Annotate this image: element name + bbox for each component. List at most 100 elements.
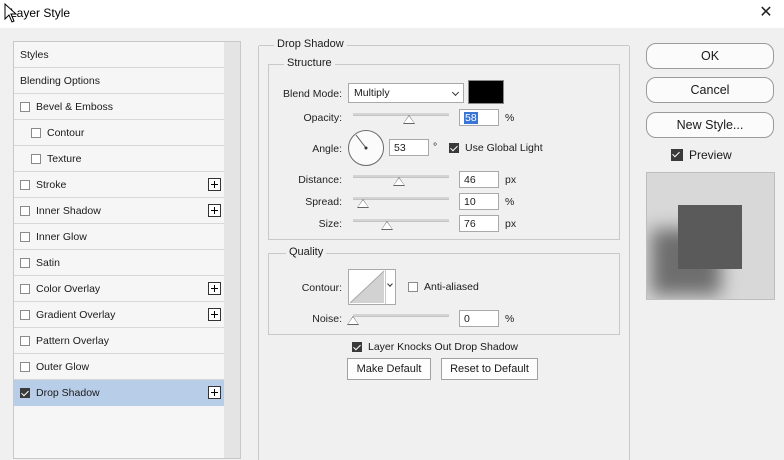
- style-item-outer-glow[interactable]: Outer Glow: [14, 354, 224, 380]
- noise-slider-track[interactable]: [353, 314, 449, 317]
- style-item-label: Styles: [20, 48, 49, 61]
- blend-mode-select[interactable]: Multiply: [348, 83, 464, 103]
- add-effect-plus-icon[interactable]: [208, 204, 221, 217]
- style-item-color-overlay[interactable]: Color Overlay: [14, 276, 224, 302]
- shadow-color-swatch[interactable]: [468, 80, 504, 104]
- style-item-checkbox[interactable]: [20, 335, 30, 346]
- panel-divider-left: [258, 46, 259, 460]
- contour-curve-icon: [349, 270, 385, 304]
- opacity-label: Opacity:: [303, 112, 342, 124]
- style-item-checkbox[interactable]: [31, 153, 41, 164]
- style-item-bevel-emboss[interactable]: Bevel & Emboss: [14, 94, 224, 120]
- style-item-satin[interactable]: Satin: [14, 250, 224, 276]
- style-item-label: Stroke: [36, 178, 67, 191]
- preview-checkbox[interactable]: Preview: [671, 148, 732, 162]
- style-item-inner-shadow[interactable]: Inner Shadow: [14, 198, 224, 224]
- distance-input[interactable]: 46: [459, 171, 499, 188]
- size-unit: px: [505, 218, 517, 230]
- layer-knocks-out-check-icon: [352, 342, 362, 352]
- layer-knocks-out-checkbox[interactable]: Layer Knocks Out Drop Shadow: [352, 341, 518, 353]
- opacity-unit: %: [505, 112, 515, 124]
- angle-input[interactable]: 53: [389, 139, 429, 156]
- style-item-label: Bevel & Emboss: [36, 100, 114, 113]
- use-global-light-label: Use Global Light: [465, 142, 543, 154]
- opacity-slider-thumb[interactable]: [403, 115, 415, 124]
- style-item-checkbox[interactable]: [20, 231, 30, 242]
- mouse-cursor-icon: [4, 3, 18, 23]
- make-default-button[interactable]: Make Default: [347, 358, 431, 380]
- preview-check-icon: [671, 149, 683, 161]
- use-global-light-check-icon: [449, 143, 459, 153]
- style-item-texture[interactable]: Texture: [14, 146, 224, 172]
- style-item-stroke[interactable]: Stroke: [14, 172, 224, 198]
- window-title: Layer Style: [10, 6, 71, 20]
- angle-dial-needle-icon: [355, 134, 368, 150]
- size-slider-thumb[interactable]: [381, 221, 393, 230]
- style-item-label: Contour: [47, 126, 85, 139]
- style-item-blending-options[interactable]: Blending Options: [14, 68, 224, 94]
- title-bar: [0, 0, 784, 28]
- opacity-slider-track[interactable]: [353, 113, 449, 116]
- style-item-checkbox[interactable]: [31, 127, 41, 138]
- style-item-checkbox[interactable]: [20, 387, 30, 398]
- section-title: Drop Shadow: [274, 38, 347, 50]
- close-button[interactable]: ✕: [754, 2, 778, 24]
- style-item-gradient-overlay[interactable]: Gradient Overlay: [14, 302, 224, 328]
- contour-divider: [385, 270, 386, 304]
- use-global-light-checkbox[interactable]: Use Global Light: [449, 142, 543, 154]
- distance-slider-thumb[interactable]: [393, 177, 405, 186]
- style-item-label: Gradient Overlay: [36, 308, 116, 321]
- ok-button[interactable]: OK: [646, 43, 774, 69]
- noise-label: Noise:: [312, 313, 342, 325]
- spread-slider-thumb[interactable]: [357, 199, 369, 208]
- add-effect-plus-icon[interactable]: [208, 282, 221, 295]
- reset-to-default-button[interactable]: Reset to Default: [441, 358, 538, 380]
- angle-dial[interactable]: [348, 130, 384, 166]
- cancel-button[interactable]: Cancel: [646, 77, 774, 103]
- style-item-checkbox[interactable]: [20, 257, 30, 268]
- style-item-inner-glow[interactable]: Inner Glow: [14, 224, 224, 250]
- contour-picker[interactable]: [348, 269, 396, 305]
- style-item-checkbox[interactable]: [20, 309, 30, 320]
- styles-list-scrollbar[interactable]: [224, 42, 240, 458]
- noise-unit: %: [505, 313, 515, 325]
- style-item-label: Inner Glow: [36, 230, 87, 243]
- spread-unit: %: [505, 196, 515, 208]
- distance-unit: px: [505, 174, 517, 186]
- opacity-input[interactable]: 58: [459, 109, 499, 126]
- preview-square: [678, 205, 742, 269]
- style-item-checkbox[interactable]: [20, 361, 30, 372]
- style-preview: [646, 172, 775, 300]
- noise-slider-thumb[interactable]: [347, 316, 359, 325]
- style-item-label: Drop Shadow: [36, 386, 100, 399]
- style-item-contour[interactable]: Contour: [14, 120, 224, 146]
- style-item-label: Satin: [36, 256, 60, 269]
- chevron-down-icon[interactable]: [387, 281, 393, 287]
- style-item-checkbox[interactable]: [20, 101, 30, 112]
- quality-title: Quality: [286, 246, 327, 258]
- size-label: Size:: [318, 218, 342, 230]
- new-style-button[interactable]: New Style...: [646, 112, 774, 138]
- anti-aliased-checkbox[interactable]: Anti-aliased: [408, 281, 479, 293]
- style-item-checkbox[interactable]: [20, 179, 30, 190]
- angle-label: Angle:: [312, 143, 342, 155]
- add-effect-plus-icon[interactable]: [208, 386, 221, 399]
- panel-divider-right: [629, 46, 630, 460]
- style-item-label: Color Overlay: [36, 282, 101, 295]
- chevron-down-icon: [451, 88, 460, 97]
- style-item-drop-shadow[interactable]: Drop Shadow: [14, 380, 224, 406]
- size-input[interactable]: 76: [459, 215, 499, 232]
- opacity-value: 58: [464, 112, 478, 124]
- style-item-checkbox[interactable]: [20, 283, 30, 294]
- structure-title: Structure: [284, 57, 335, 69]
- noise-input[interactable]: 0: [459, 310, 499, 327]
- style-item-label: Outer Glow: [36, 360, 90, 373]
- style-item-styles[interactable]: Styles: [14, 42, 224, 68]
- spread-input[interactable]: 10: [459, 193, 499, 210]
- style-item-pattern-overlay[interactable]: Pattern Overlay: [14, 328, 224, 354]
- size-slider-track[interactable]: [353, 219, 449, 222]
- add-effect-plus-icon[interactable]: [208, 178, 221, 191]
- style-item-checkbox[interactable]: [20, 205, 30, 216]
- add-effect-plus-icon[interactable]: [208, 308, 221, 321]
- distance-label: Distance:: [298, 174, 342, 186]
